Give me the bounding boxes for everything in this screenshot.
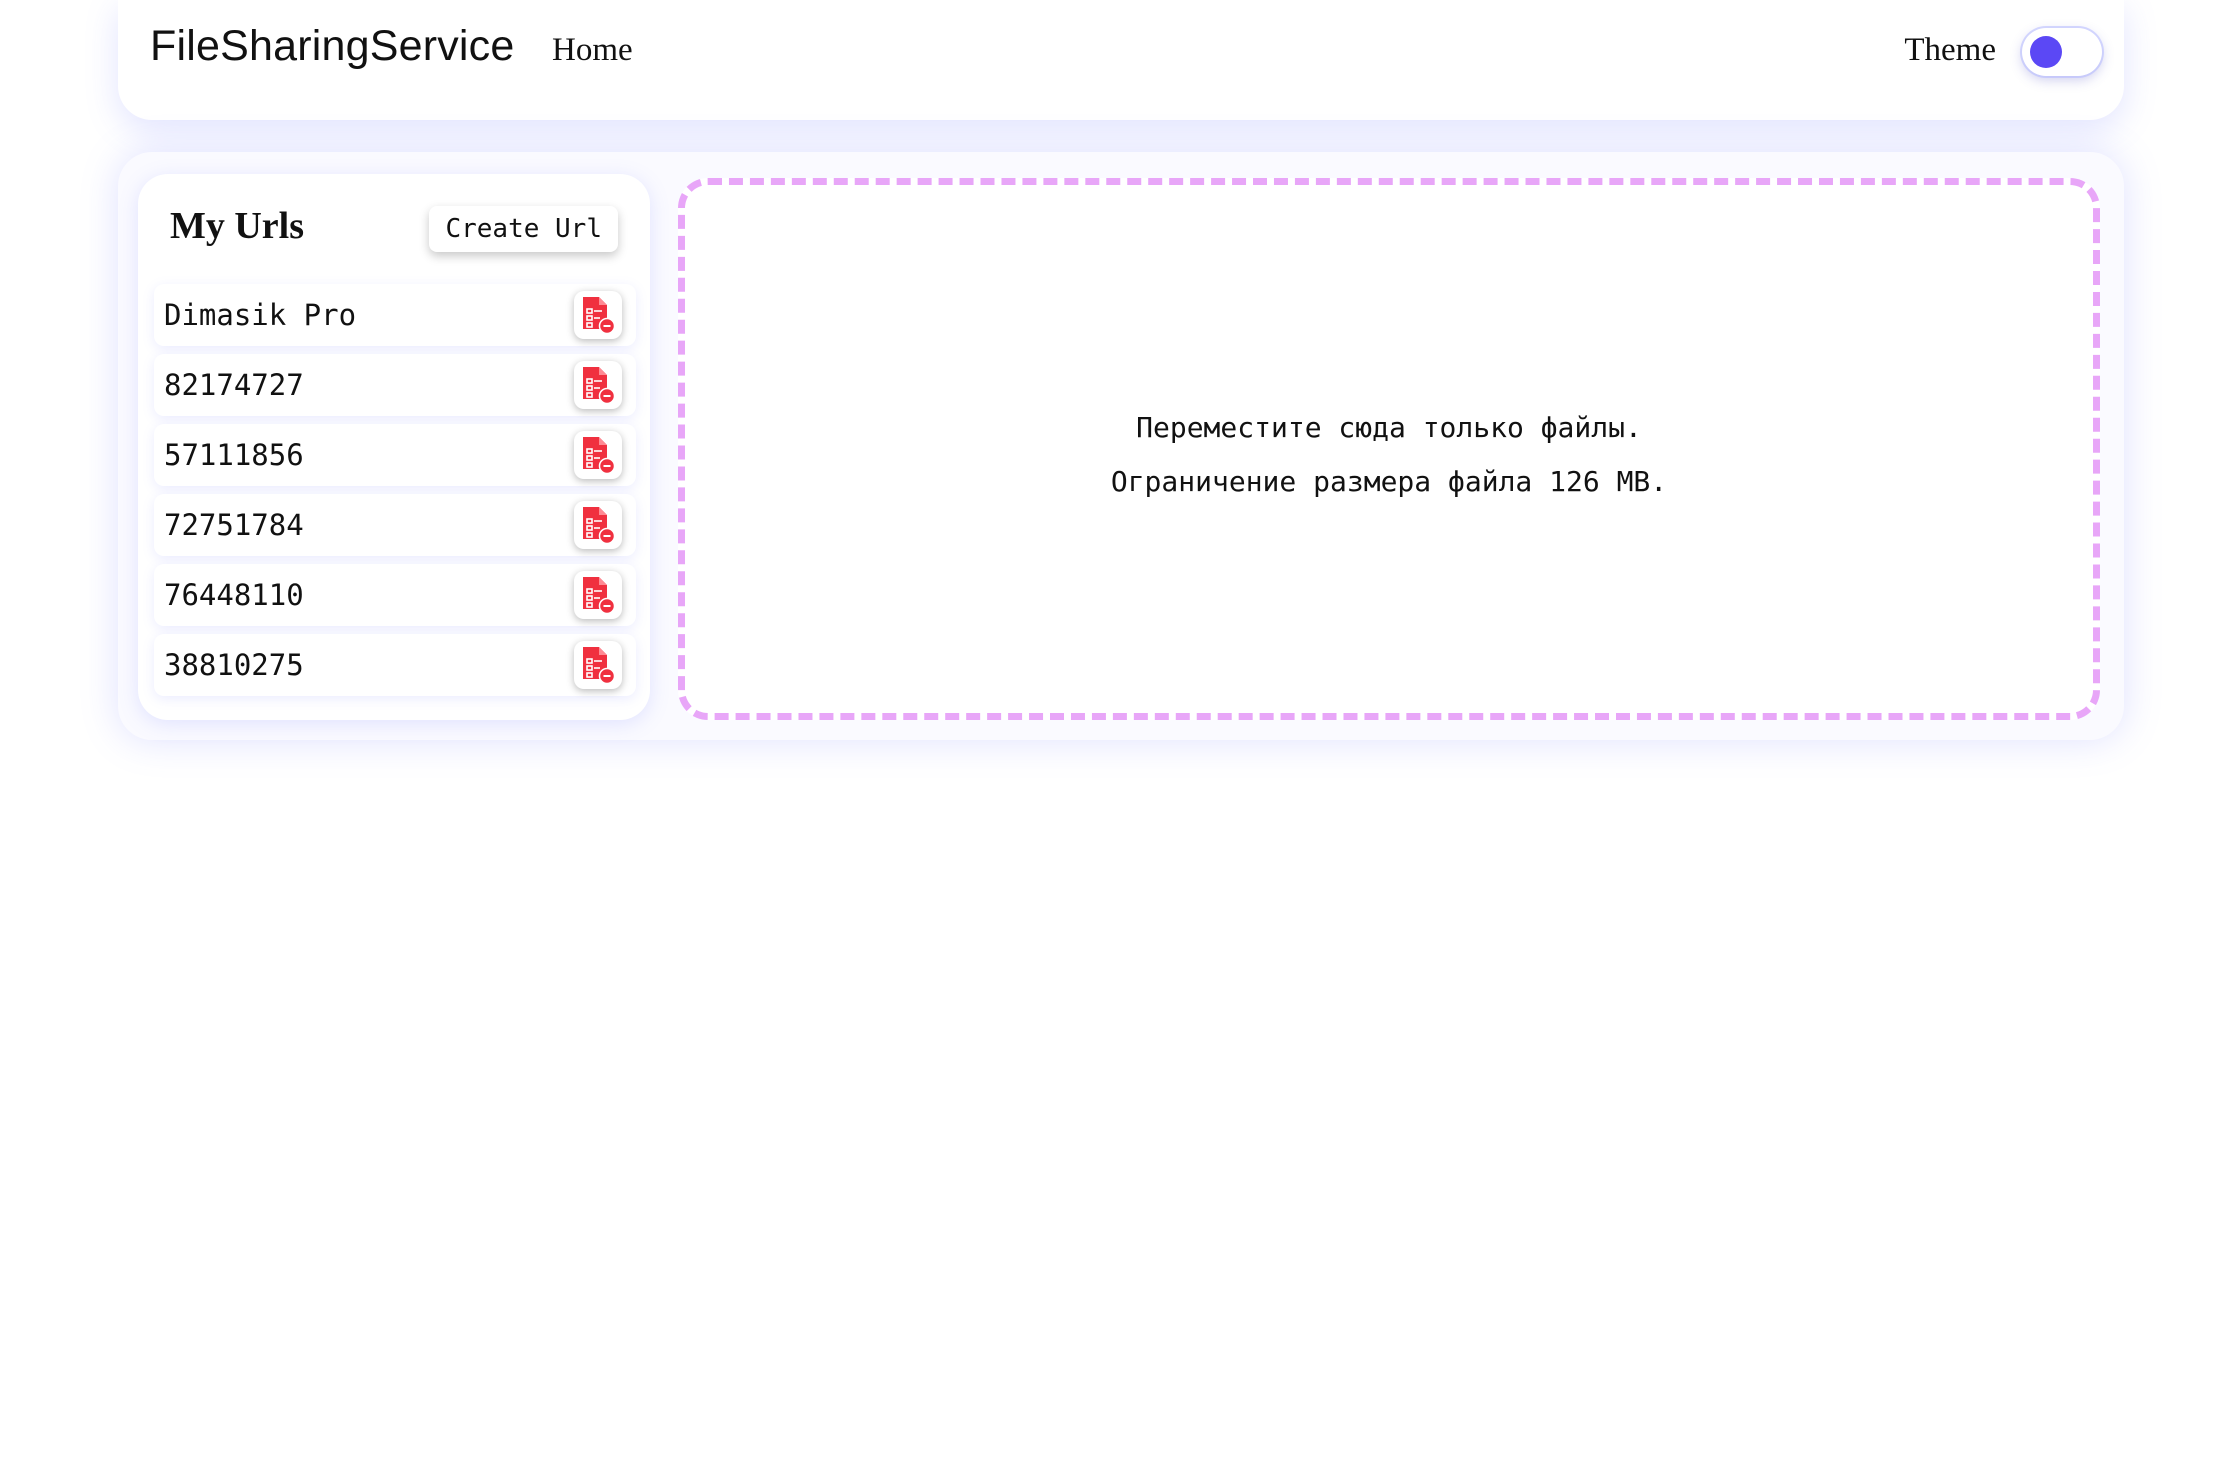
- delete-url-button[interactable]: [574, 641, 622, 689]
- theme-label: Theme: [1904, 32, 1996, 68]
- url-name: 38810275: [164, 648, 304, 682]
- sidebar-title: My Urls: [170, 205, 305, 247]
- file-delete-icon: [583, 367, 616, 404]
- nav-link-home[interactable]: Home: [552, 32, 633, 69]
- urls-sidebar: My Urls Create Url Dimasik Pro 82174727 57…: [138, 174, 650, 720]
- url-list-item[interactable]: 57111856: [154, 424, 636, 486]
- theme-toggle-knob: [2030, 36, 2062, 68]
- main-card: My Urls Create Url Dimasik Pro 82174727 57…: [118, 152, 2124, 740]
- file-delete-icon: [583, 647, 616, 684]
- file-delete-icon: [583, 297, 616, 334]
- file-dropzone[interactable]: Переместите сюда только файлы. Ограничен…: [678, 178, 2100, 720]
- delete-url-button[interactable]: [574, 571, 622, 619]
- url-list-item[interactable]: Dimasik Pro: [154, 284, 636, 346]
- dropzone-size-limit: Ограничение размера файла 126 MB.: [1110, 465, 1668, 498]
- file-delete-icon: [583, 507, 616, 544]
- delete-url-button[interactable]: [574, 501, 622, 549]
- delete-url-button[interactable]: [574, 431, 622, 479]
- url-list: Dimasik Pro 82174727 57111856 72751784 76448…: [154, 284, 636, 704]
- create-url-button[interactable]: Create Url: [429, 206, 618, 252]
- url-list-item[interactable]: 82174727: [154, 354, 636, 416]
- url-name: 72751784: [164, 508, 304, 542]
- url-name: Dimasik Pro: [164, 298, 357, 332]
- theme-toggle[interactable]: [2022, 28, 2102, 76]
- url-name: 57111856: [164, 438, 304, 472]
- file-delete-icon: [583, 437, 616, 474]
- url-name: 82174727: [164, 368, 304, 402]
- url-name: 76448110: [164, 578, 304, 612]
- top-navbar: FileSharingService Home Theme: [118, 0, 2124, 120]
- url-list-item[interactable]: 72751784: [154, 494, 636, 556]
- brand-title[interactable]: FileSharingService: [150, 22, 514, 71]
- url-list-item[interactable]: 38810275: [154, 634, 636, 696]
- url-list-item[interactable]: 76448110: [154, 564, 636, 626]
- dropzone-instruction: Переместите сюда только файлы.: [1136, 411, 1642, 444]
- file-delete-icon: [583, 577, 616, 614]
- delete-url-button[interactable]: [574, 361, 622, 409]
- delete-url-button[interactable]: [574, 291, 622, 339]
